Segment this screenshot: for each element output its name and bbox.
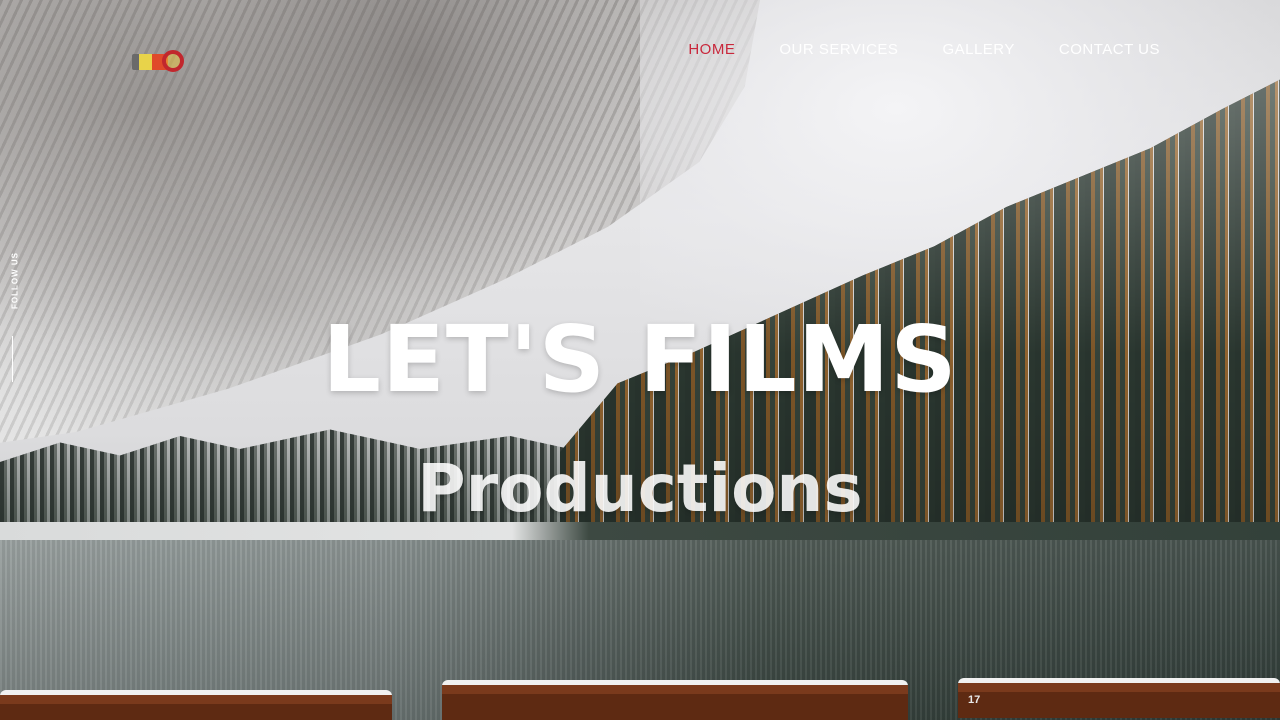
- logo-eye-ring: [162, 50, 184, 72]
- background-boat: [958, 678, 1280, 718]
- eye-film-logo-icon[interactable]: [132, 48, 186, 76]
- background-boat: [442, 680, 908, 720]
- background-boat: [0, 690, 392, 720]
- nav-item-gallery[interactable]: GALLERY: [942, 41, 1014, 58]
- nav-item-home[interactable]: HOME: [688, 41, 735, 58]
- boat-number: 17: [968, 694, 981, 706]
- main-nav: HOME OUR SERVICES GALLERY CONTACT US: [688, 41, 1160, 58]
- hero-section: 17 HOME OUR SERVICES GALLERY CONTACT US …: [0, 0, 1280, 720]
- follow-us-label: FOLLOW US: [10, 252, 20, 309]
- hero-title: LET'S FILMS: [322, 306, 958, 413]
- nav-item-our-services[interactable]: OUR SERVICES: [779, 41, 898, 58]
- nav-item-contact-us[interactable]: CONTACT US: [1059, 41, 1160, 58]
- hero-subtitle: Productions: [417, 450, 863, 527]
